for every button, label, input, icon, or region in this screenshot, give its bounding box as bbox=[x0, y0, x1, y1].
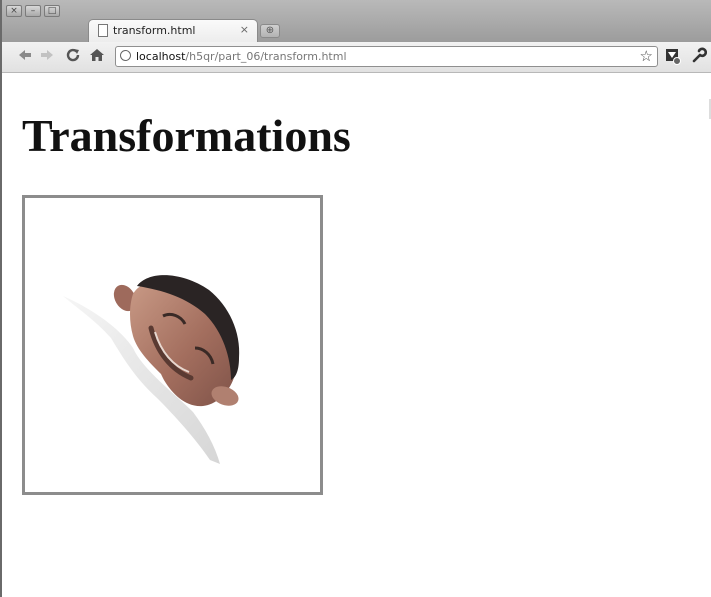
url-path: /h5qr/part_06/transform.html bbox=[185, 50, 347, 63]
address-bar[interactable]: localhost/h5qr/part_06/transform.html ☆ bbox=[115, 46, 658, 67]
window-controls: × – □ bbox=[6, 5, 60, 17]
wrench-icon[interactable] bbox=[690, 47, 708, 65]
transformed-face-image bbox=[63, 275, 240, 464]
new-tab-button[interactable]: ⊕ bbox=[260, 24, 280, 38]
browser-window: × – □ transform.html × ⊕ localhost/h5qr/… bbox=[0, 0, 711, 597]
home-icon[interactable] bbox=[88, 47, 106, 65]
tab-title: transform.html bbox=[113, 24, 196, 37]
url-text: localhost/h5qr/part_06/transform.html bbox=[136, 50, 347, 63]
site-info-icon[interactable] bbox=[120, 50, 131, 61]
url-host: localhost bbox=[136, 50, 186, 63]
maximize-window-button[interactable]: □ bbox=[44, 5, 60, 17]
minimize-window-button[interactable]: – bbox=[25, 5, 41, 17]
star-icon[interactable]: ☆ bbox=[640, 47, 653, 66]
navigation-toolbar: localhost/h5qr/part_06/transform.html ☆ bbox=[2, 42, 711, 73]
reload-icon[interactable] bbox=[64, 47, 82, 65]
forward-arrow-icon[interactable] bbox=[38, 47, 56, 65]
page-title: Transformations bbox=[22, 110, 351, 161]
page-content: Transformations bbox=[4, 73, 711, 597]
tab-close-button[interactable]: × bbox=[240, 23, 249, 36]
browser-tab[interactable]: transform.html × bbox=[88, 19, 258, 43]
title-bar: × – □ transform.html × ⊕ bbox=[2, 0, 711, 43]
document-icon bbox=[98, 24, 108, 37]
close-window-button[interactable]: × bbox=[6, 5, 22, 17]
extension-icon[interactable] bbox=[664, 47, 682, 65]
canvas bbox=[22, 195, 323, 495]
back-arrow-icon[interactable] bbox=[16, 47, 34, 65]
